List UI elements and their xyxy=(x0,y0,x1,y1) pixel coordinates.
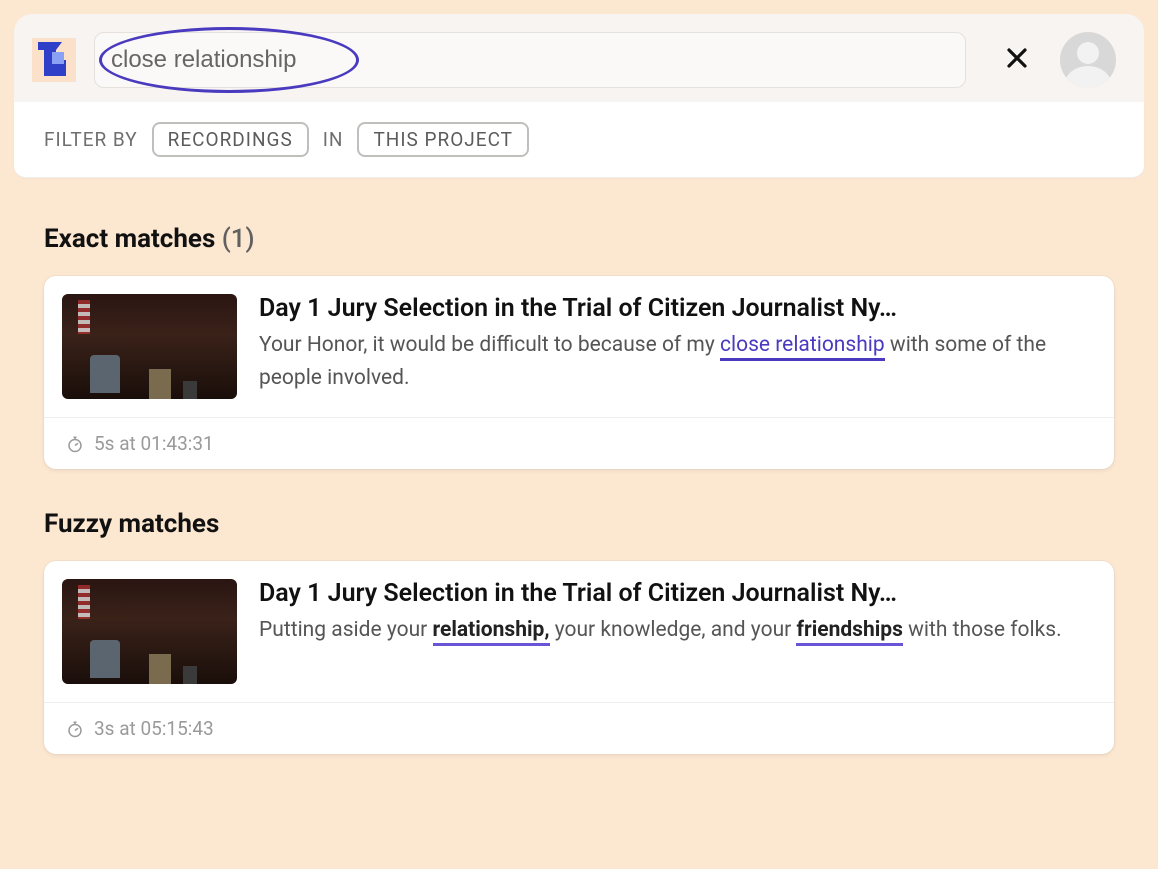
result-title: Day 1 Jury Selection in the Trial of Cit… xyxy=(259,294,1096,323)
snippet-text: Your Honor, it would be difficult to bec… xyxy=(259,333,720,357)
stopwatch-icon xyxy=(66,720,84,738)
fuzzy-title-text: Fuzzy matches xyxy=(44,509,219,539)
result-main: Day 1 Jury Selection in the Trial of Cit… xyxy=(44,276,1114,417)
result-main: Day 1 Jury Selection in the Trial of Cit… xyxy=(44,561,1114,702)
result-body: Day 1 Jury Selection in the Trial of Cit… xyxy=(259,294,1096,399)
results-content: Exact matches (1) Day 1 Jury Selection i… xyxy=(14,178,1144,764)
result-footer: 3s at 05:15:43 xyxy=(44,702,1114,754)
search-field[interactable] xyxy=(94,32,966,88)
exact-count: (1) xyxy=(222,224,255,254)
result-title: Day 1 Jury Selection in the Trial of Cit… xyxy=(259,579,1096,608)
filter-bar: FILTER BY RECORDINGS IN THIS PROJECT xyxy=(14,102,1144,178)
result-snippet: Your Honor, it would be difficult to bec… xyxy=(259,329,1096,394)
exact-title-text: Exact matches xyxy=(44,224,215,254)
filter-in-label: IN xyxy=(323,128,344,151)
app-root: FILTER BY RECORDINGS IN THIS PROJECT Exa… xyxy=(14,14,1144,855)
stopwatch-icon xyxy=(66,435,84,453)
exact-matches-heading: Exact matches (1) xyxy=(44,224,1114,254)
result-card[interactable]: Day 1 Jury Selection in the Trial of Cit… xyxy=(44,276,1114,469)
snippet-highlight: friendships xyxy=(796,618,902,646)
header xyxy=(14,14,1144,102)
close-search-button[interactable] xyxy=(1000,43,1034,77)
result-body: Day 1 Jury Selection in the Trial of Cit… xyxy=(259,579,1096,684)
snippet-highlight: close relationship xyxy=(720,333,885,361)
result-thumbnail xyxy=(62,294,237,399)
filter-scope-chip[interactable]: THIS PROJECT xyxy=(357,122,529,157)
result-thumbnail xyxy=(62,579,237,684)
snippet-text: with those folks. xyxy=(903,618,1062,642)
result-card[interactable]: Day 1 Jury Selection in the Trial of Cit… xyxy=(44,561,1114,754)
snippet-highlight: relationship, xyxy=(433,618,550,646)
result-snippet: Putting aside your relationship, your kn… xyxy=(259,614,1096,647)
result-timestamp: 5s at 01:43:31 xyxy=(94,432,214,455)
filter-type-chip[interactable]: RECORDINGS xyxy=(152,122,309,157)
result-footer: 5s at 01:43:31 xyxy=(44,417,1114,469)
brand-logo[interactable] xyxy=(32,38,76,82)
result-timestamp: 3s at 05:15:43 xyxy=(94,717,214,740)
close-icon xyxy=(1005,43,1029,78)
snippet-text: Putting aside your xyxy=(259,618,433,642)
snippet-text: your knowledge, and your xyxy=(550,618,797,642)
fuzzy-matches-heading: Fuzzy matches xyxy=(44,509,1114,539)
search-input[interactable] xyxy=(111,46,949,74)
avatar[interactable] xyxy=(1060,32,1116,88)
filter-by-label: FILTER BY xyxy=(44,128,138,151)
